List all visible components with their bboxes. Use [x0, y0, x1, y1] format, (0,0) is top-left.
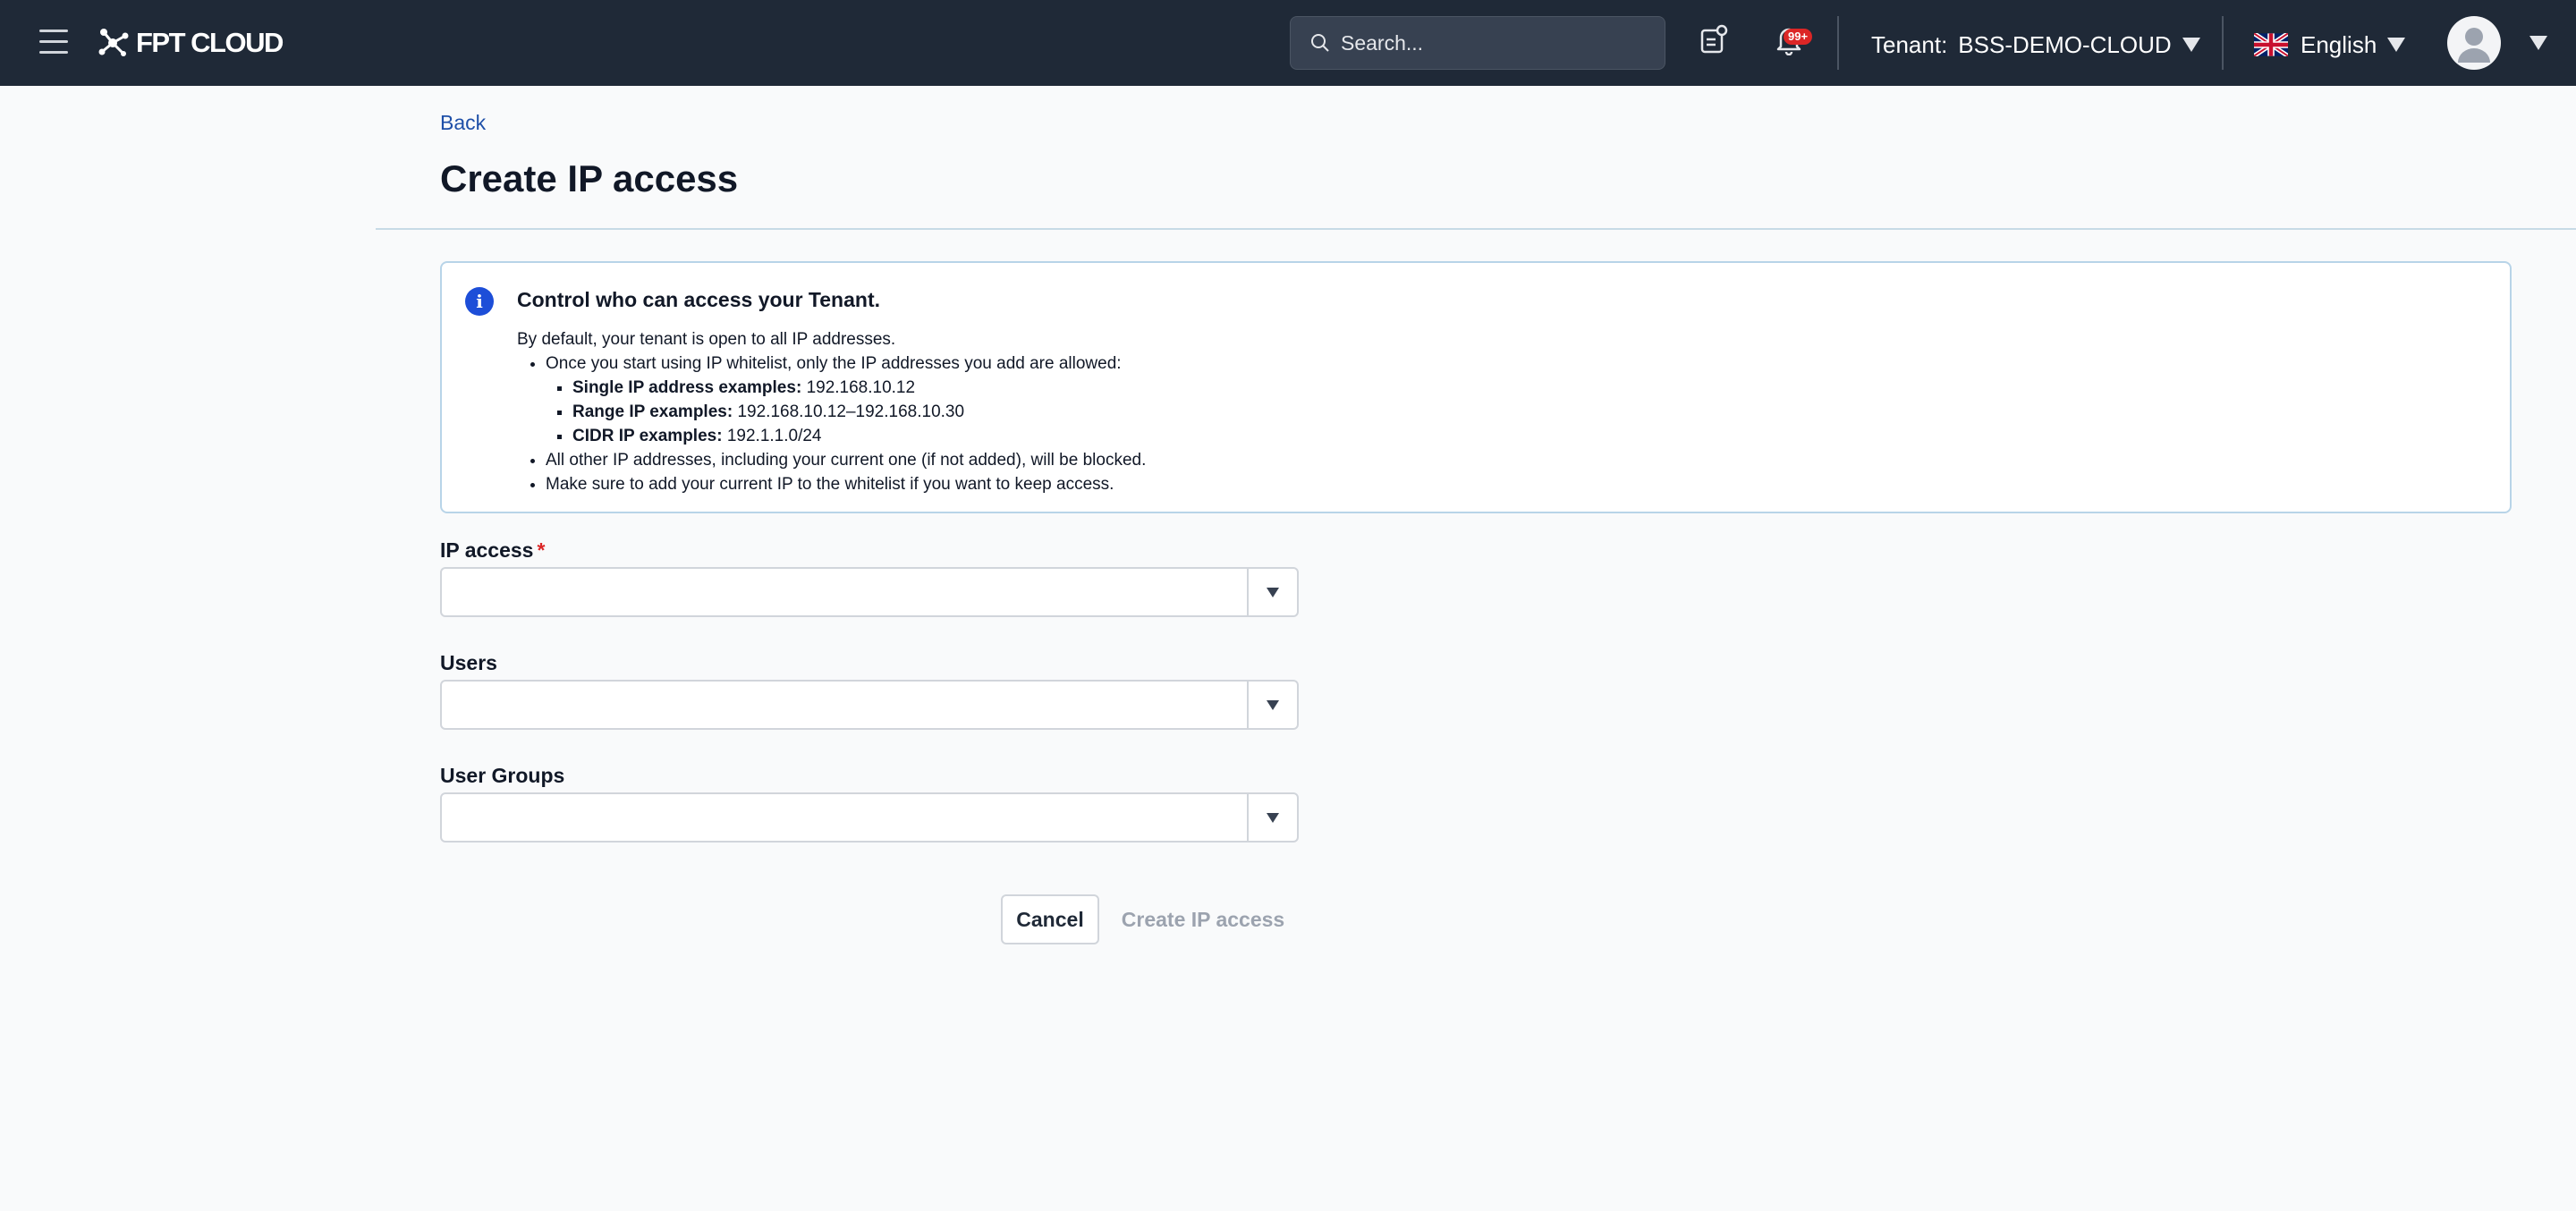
- top-navigation-bar: FPT CLOUD 99+ Tenant: BSS-DEMO-CLOUD: [0, 0, 2576, 86]
- page-title: Create IP access: [440, 157, 739, 199]
- chevron-down-icon: [1267, 812, 1279, 823]
- search-input[interactable]: [1341, 30, 1645, 55]
- global-search[interactable]: [1290, 16, 1665, 70]
- language-label: English: [2301, 30, 2377, 58]
- user-groups-select[interactable]: [440, 792, 1299, 843]
- back-link[interactable]: Back: [440, 111, 486, 135]
- info-body: By default, your tenant is open to all I…: [517, 327, 1146, 496]
- chevron-down-icon: [1267, 587, 1279, 597]
- divider: [1837, 16, 1839, 70]
- activity-log-button[interactable]: [1698, 23, 1737, 63]
- logo-network-icon: [98, 29, 129, 56]
- info-bullet: Make sure to add your current IP to the …: [546, 472, 1146, 496]
- notification-count-badge: 99+: [1784, 29, 1813, 45]
- info-title: Control who can access your Tenant.: [517, 288, 880, 311]
- divider: [2222, 16, 2224, 70]
- ip-access-label: IP access *: [440, 538, 546, 562]
- users-select[interactable]: [440, 680, 1299, 730]
- info-icon: i: [465, 287, 494, 316]
- brand-logo[interactable]: FPT CLOUD: [97, 25, 284, 61]
- title-divider: [376, 228, 2576, 230]
- create-ip-access-button[interactable]: Create IP access: [1109, 894, 1297, 944]
- example-single-ip: Single IP address examples: 192.168.10.1…: [572, 376, 1146, 400]
- brand-name: FPT CLOUD: [136, 27, 284, 58]
- info-callout: i Control who can access your Tenant. By…: [440, 261, 2512, 513]
- example-cidr-ip: CIDR IP examples: 192.1.1.0/24: [572, 424, 1146, 448]
- tenant-label: Tenant:: [1871, 30, 1948, 58]
- info-intro: By default, your tenant is open to all I…: [517, 330, 896, 349]
- dropdown-toggle[interactable]: [1247, 794, 1297, 841]
- search-icon: [1311, 34, 1329, 52]
- ip-access-select[interactable]: [440, 567, 1299, 617]
- language-selector[interactable]: English: [2254, 27, 2406, 63]
- users-label: Users: [440, 651, 497, 674]
- info-bullet: All other IP addresses, including your c…: [546, 448, 1146, 472]
- uk-flag-icon: [2254, 33, 2288, 56]
- user-icon: [2458, 28, 2490, 63]
- required-mark: *: [537, 538, 546, 562]
- cancel-button[interactable]: Cancel: [1001, 894, 1099, 944]
- menu-icon[interactable]: [39, 30, 68, 56]
- tenant-value: BSS-DEMO-CLOUD: [1958, 30, 2172, 58]
- chevron-down-icon: [1267, 699, 1279, 710]
- user-avatar[interactable]: [2447, 16, 2501, 70]
- tenant-selector[interactable]: Tenant: BSS-DEMO-CLOUD: [1871, 27, 2200, 63]
- dropdown-toggle[interactable]: [1247, 569, 1297, 615]
- user-groups-label: User Groups: [440, 764, 565, 787]
- chevron-down-icon: [2387, 38, 2406, 52]
- dropdown-toggle[interactable]: [1247, 682, 1297, 728]
- user-menu-chevron-icon[interactable]: [2529, 36, 2547, 50]
- example-range-ip: Range IP examples: 192.168.10.12–192.168…: [572, 400, 1146, 424]
- info-bullet: Once you start using IP whitelist, only …: [546, 351, 1146, 448]
- document-settings-icon: [1700, 24, 1728, 54]
- chevron-down-icon: [2182, 38, 2200, 52]
